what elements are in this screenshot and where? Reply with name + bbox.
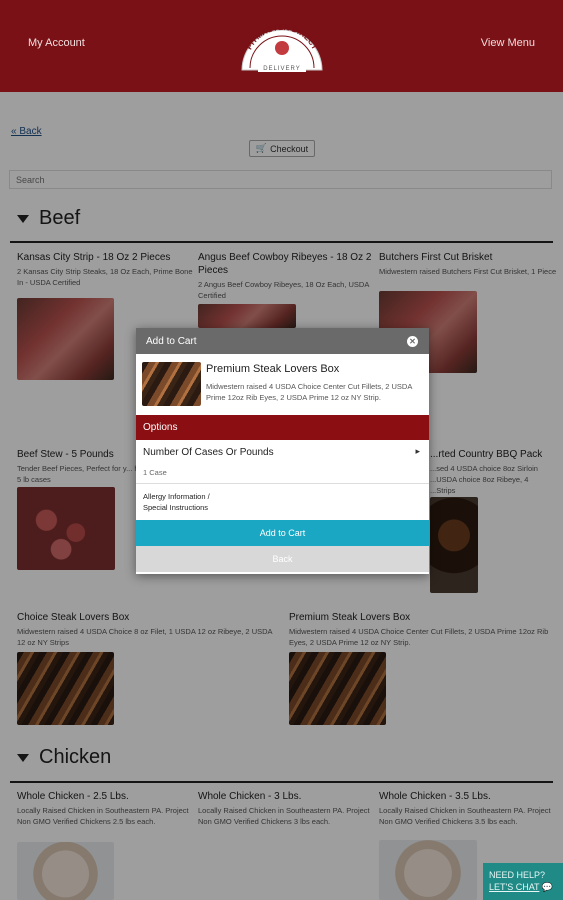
modal-header: Add to Cart ✕ <box>136 328 429 354</box>
close-icon[interactable]: ✕ <box>407 335 418 347</box>
help-chat-button[interactable]: NEED HELP? LET'S CHAT 💬 <box>483 863 563 900</box>
modal-title: Add to Cart <box>146 335 197 347</box>
view-menu-link[interactable]: View Menu <box>481 37 535 49</box>
chevron-right-icon: ▸ <box>415 446 420 456</box>
logo-graphic: DELIVERY PITMASTER DIRECT <box>241 23 323 72</box>
chat-icon: 💬 <box>541 882 554 892</box>
product-name: Premium Steak Lovers Box <box>206 363 340 375</box>
allergy-instructions-field[interactable]: Allergy Information / Special Instructio… <box>136 484 429 520</box>
my-account-link[interactable]: My Account <box>28 37 85 49</box>
add-to-cart-modal: Add to Cart ✕ Premium Steak Lovers Box M… <box>136 328 429 574</box>
product-image <box>142 362 201 406</box>
help-line1: NEED HELP? <box>489 870 546 880</box>
options-header: Options <box>136 415 429 440</box>
option-label: Number Of Cases Or Pounds <box>143 447 274 458</box>
quantity-option-row[interactable]: Number Of Cases Or Pounds ▸ 1 Case <box>136 440 429 484</box>
top-header: My Account DELIVERY PITMASTER DIRECT Vie… <box>0 0 563 92</box>
svg-text:DELIVERY: DELIVERY <box>263 66 301 72</box>
product-description: Midwestern raised 4 USDA Choice Center C… <box>206 382 412 402</box>
modal-product-summary: Premium Steak Lovers Box Midwestern rais… <box>136 354 429 415</box>
allergy-label-line2: Special Instructions <box>143 503 209 512</box>
allergy-label-line1: Allergy Information / <box>143 492 210 501</box>
help-line2: LET'S CHAT <box>489 882 540 892</box>
add-to-cart-button[interactable]: Add to Cart <box>136 520 429 546</box>
option-value: 1 Case <box>143 468 167 477</box>
brand-logo[interactable]: DELIVERY PITMASTER DIRECT <box>236 18 328 76</box>
back-button[interactable]: Back <box>136 546 429 572</box>
